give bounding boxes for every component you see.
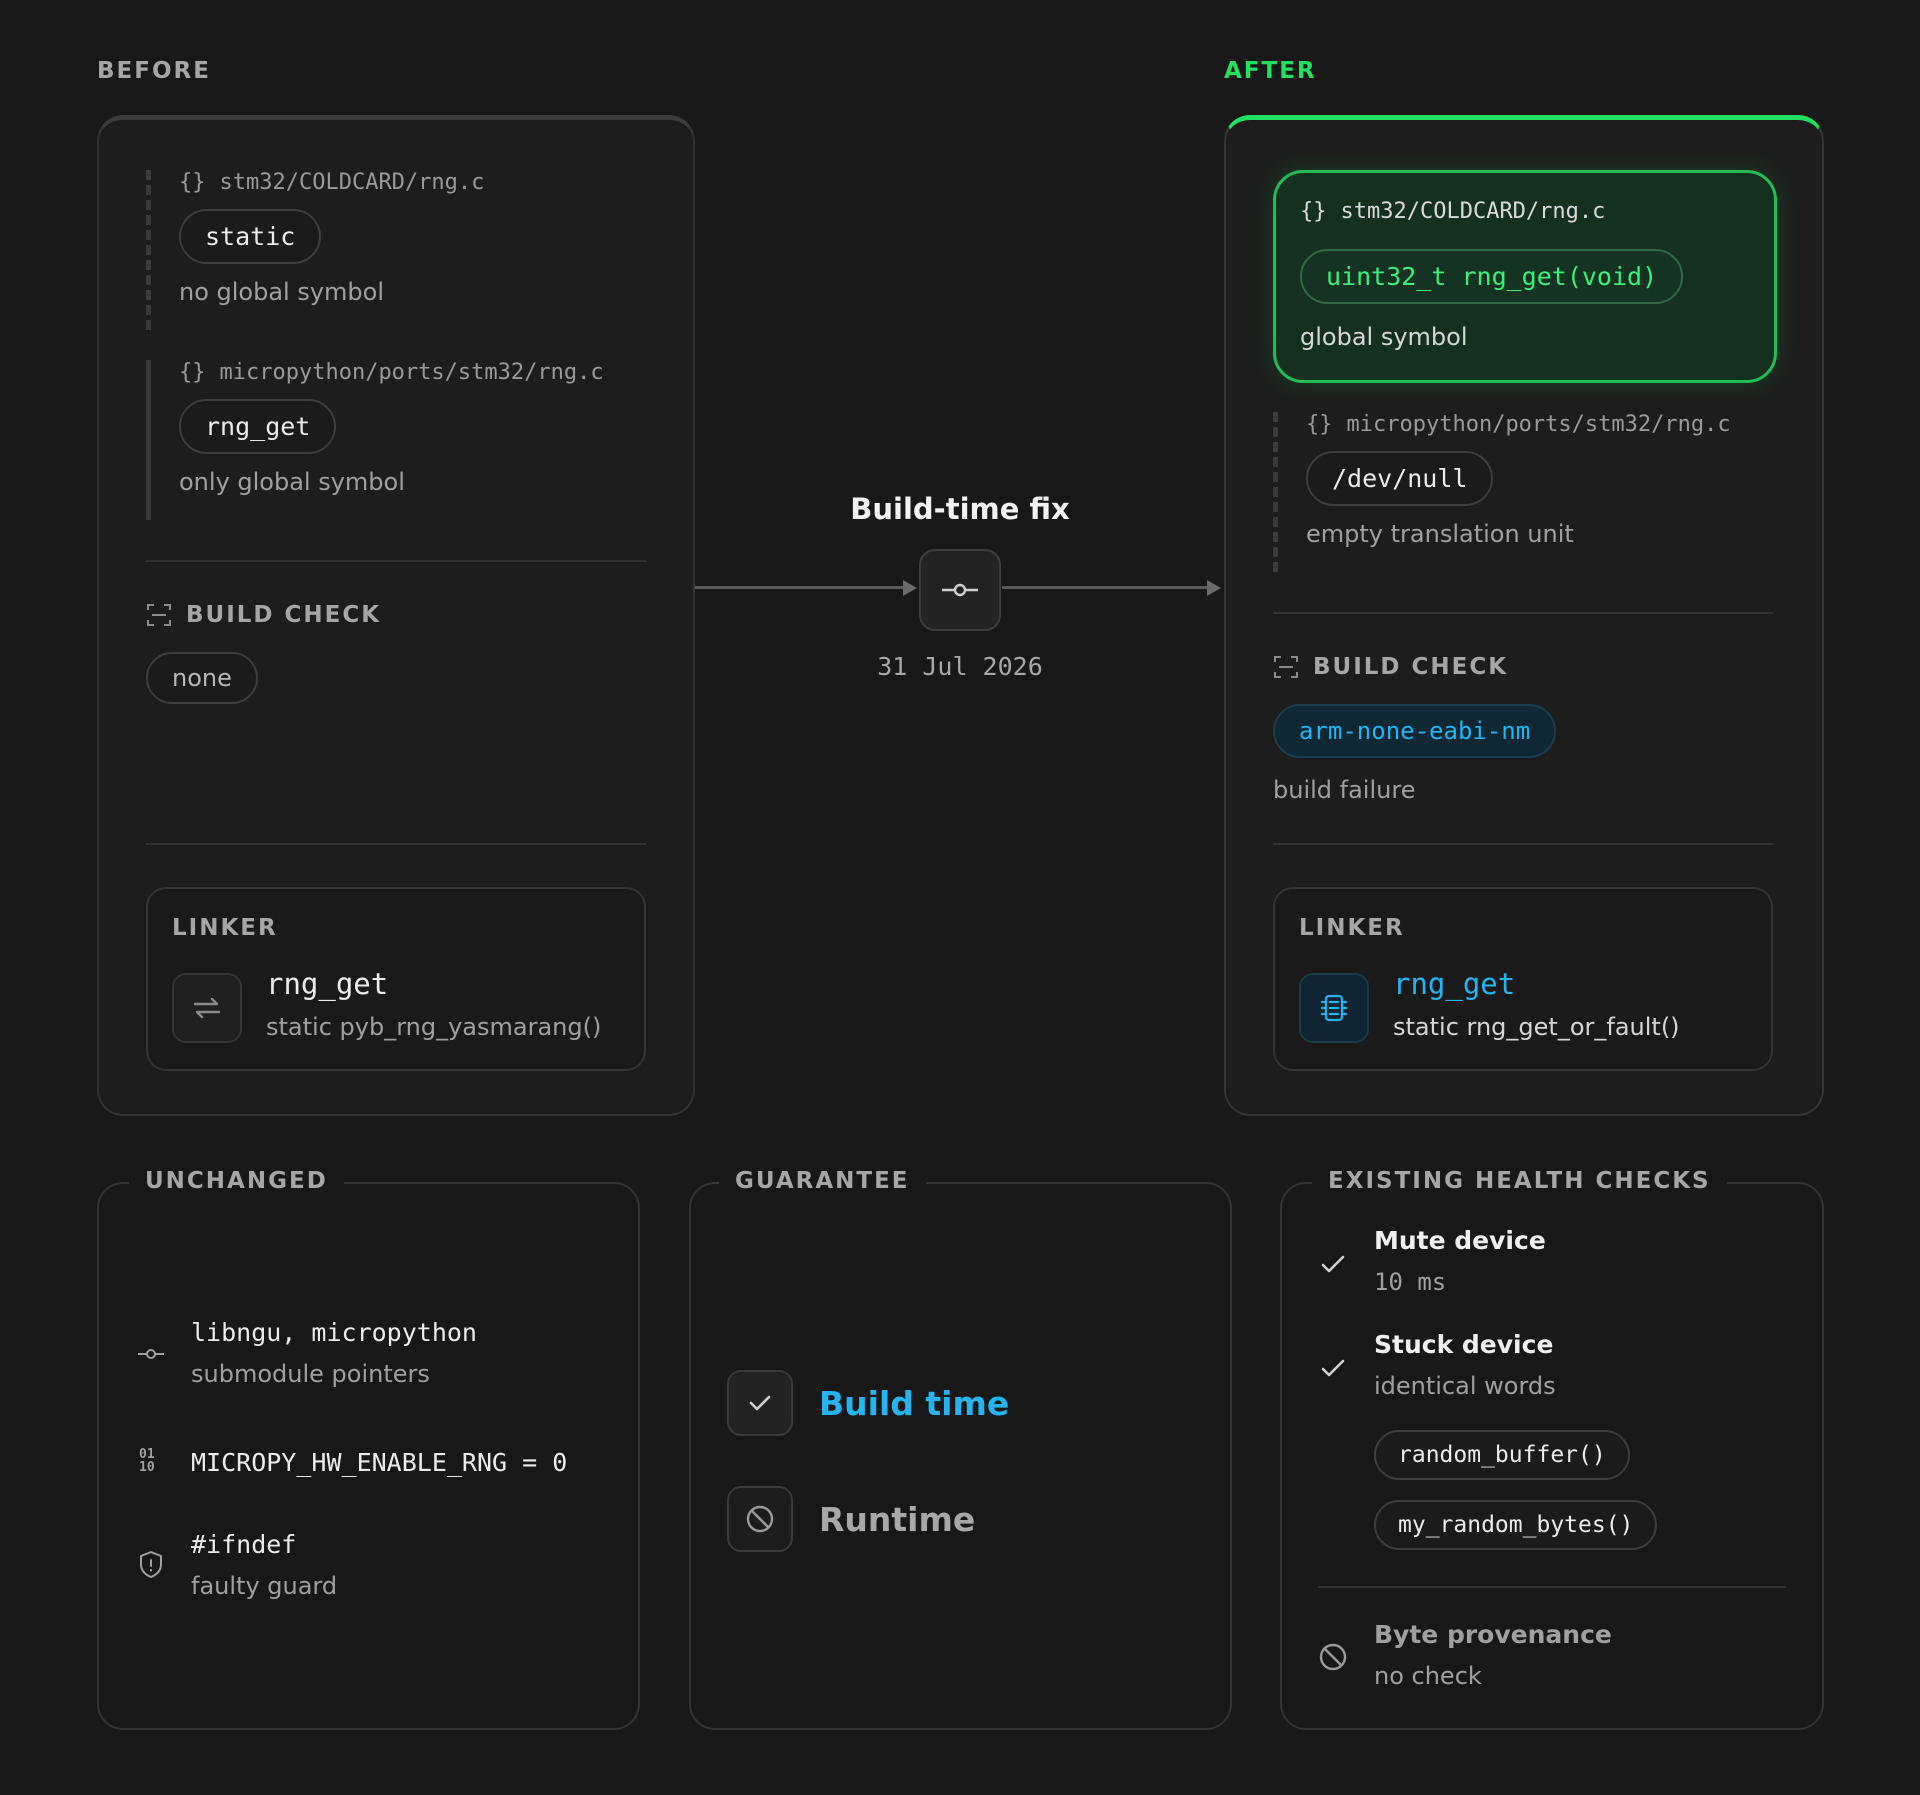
file-note: empty translation unit [1306,520,1574,548]
scan-icon [147,604,171,626]
chip-icon [1299,973,1369,1043]
guarantee-title: GUARANTEE [719,1168,926,1194]
check-icon [1321,1359,1345,1377]
after-file-coldcard: {} stm32/COLDCARD/rng.c uint32_t rng_get(… [1273,170,1777,383]
unchanged-card: UNCHANGED libngu, micropython submodule … [97,1168,640,1730]
file-path: micropython/ports/stm32/rng.c [219,360,604,385]
function-pill: my_random_bytes() [1374,1500,1658,1550]
guarantee-build-time: Build time [819,1384,1010,1423]
divider [1273,843,1773,845]
divider [146,843,646,845]
unchanged-item-title: MICROPY_HW_ENABLE_RNG = 0 [191,1448,568,1477]
health-checks-card: EXISTING HEALTH CHECKS Mute device 10 ms… [1280,1168,1824,1730]
health-check-missing-title: Byte provenance [1374,1620,1612,1649]
code-pill: static [179,209,322,264]
arrow-head-right [1207,580,1221,596]
transition-title: Build-time fix [850,492,1070,526]
arrow-head-left [903,580,917,596]
divider [1318,1586,1786,1588]
linker-box: LINKER rng_get static pyb_rng_yasmarang(… [146,887,646,1071]
health-check-sub: identical words [1374,1372,1556,1400]
ban-icon [727,1486,793,1552]
divider [1273,612,1773,614]
before-file-coldcard: {} stm32/COLDCARD/rng.c static no global … [146,170,484,330]
code-pill: uint32_t rng_get(void) [1300,249,1684,304]
linker-title: LINKER [1299,915,1405,941]
file-note: global symbol [1300,323,1468,351]
commit-icon [138,1349,164,1359]
linker-title: LINKER [172,915,278,941]
swap-arrows-icon [172,973,242,1043]
before-label: BEFORE [97,58,211,84]
divider [146,560,646,562]
file-note: only global symbol [179,468,405,496]
commit-icon [942,583,978,597]
file-path: stm32/COLDCARD/rng.c [219,170,485,195]
ban-icon [1319,1643,1347,1671]
unchanged-title: UNCHANGED [129,1168,344,1194]
check-icon [727,1370,793,1436]
guarantee-runtime: Runtime [819,1500,976,1539]
health-check-missing-sub: no check [1374,1662,1482,1690]
scan-icon [1274,656,1298,678]
file-note: no global symbol [179,278,385,306]
check-icon [1321,1255,1345,1273]
after-file-micropython: {} micropython/ports/stm32/rng.c /dev/nul… [1273,412,1731,572]
transition-date: 31 Jul 2026 [877,652,1043,681]
before-file-micropython: {} micropython/ports/stm32/rng.c rng_get … [146,360,604,520]
linker-impl: static rng_get_or_fault() [1393,1013,1680,1041]
shield-alert-icon [140,1551,162,1578]
code-pill: /dev/null [1306,451,1494,506]
build-check-note: build failure [1273,776,1416,804]
braces-icon: {} [1306,412,1333,437]
unchanged-item-title: #ifndef [191,1530,297,1559]
transition-arrow-right [1002,586,1207,589]
code-pill: rng_get [179,399,337,454]
guarantee-card: GUARANTEE Build time Runtime [689,1168,1232,1730]
unchanged-item-sub: faulty guard [191,1572,338,1600]
build-check-value: arm-none-eabi-nm [1273,704,1557,758]
braces-icon: {} [1300,199,1327,224]
health-checks-title: EXISTING HEALTH CHECKS [1312,1168,1727,1194]
linker-symbol: rng_get [1393,967,1516,1001]
unchanged-item-sub: submodule pointers [191,1360,430,1388]
braces-icon: {} [179,360,206,385]
after-panel: {} stm32/COLDCARD/rng.c uint32_t rng_get(… [1224,115,1824,1116]
braces-icon: {} [179,170,206,195]
file-path: micropython/ports/stm32/rng.c [1346,412,1731,437]
linker-symbol: rng_get [266,967,389,1001]
after-label: AFTER [1224,58,1317,84]
build-check-heading: BUILD CHECK [146,602,381,628]
commit-node[interactable] [919,549,1001,631]
transition-arrow-left [695,586,905,589]
health-check-title: Stuck device [1374,1330,1554,1359]
linker-box: LINKER rng_get static rng_get_or_fault() [1273,887,1773,1071]
unchanged-item-title: libngu, micropython [191,1318,477,1347]
build-check-value: none [146,652,258,704]
file-path: stm32/COLDCARD/rng.c [1340,199,1606,224]
binary-icon: 01 10 [139,1447,155,1475]
function-pill: random_buffer() [1374,1430,1630,1480]
health-check-title: Mute device [1374,1226,1546,1255]
before-panel: {} stm32/COLDCARD/rng.c static no global … [97,115,695,1116]
build-check-heading: BUILD CHECK [1273,654,1508,680]
health-check-sub: 10 ms [1374,1268,1447,1296]
linker-impl: static pyb_rng_yasmarang() [266,1013,602,1041]
